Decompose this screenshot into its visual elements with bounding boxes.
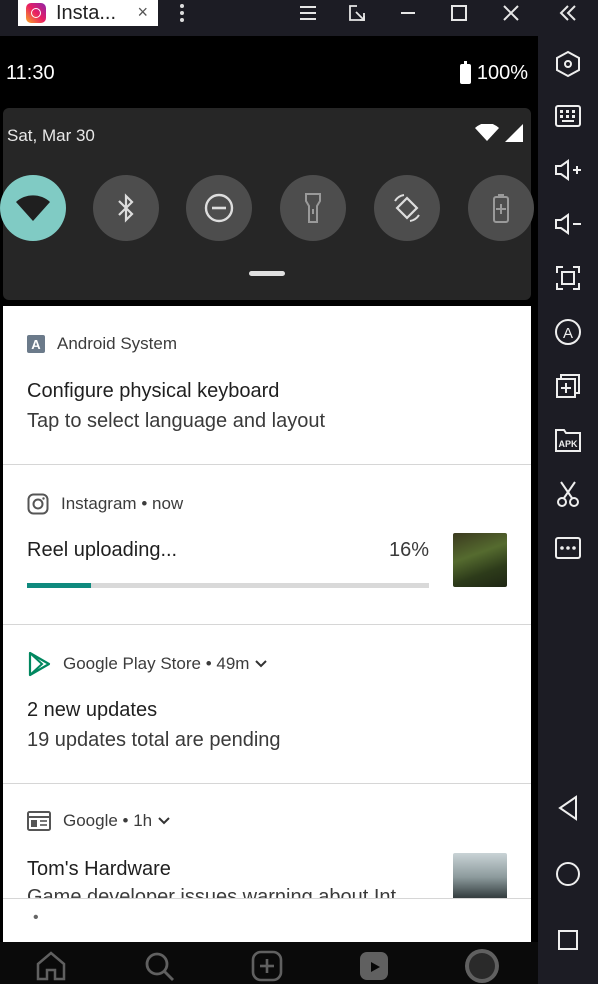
- notification-text: 19 updates total are pending: [27, 729, 281, 751]
- notification-title: 2 new updates: [27, 699, 158, 721]
- notification-header: Google • 1h: [27, 811, 170, 831]
- battery-charging-icon: [459, 60, 471, 84]
- notification-play-store[interactable]: Google Play Store • 49m 2 new updates 19…: [3, 625, 531, 783]
- notification-instagram[interactable]: Instagram • now Reel uploading... 16%: [3, 465, 531, 624]
- instagram-bottom-nav: [0, 942, 538, 984]
- reel-thumbnail: [453, 533, 507, 587]
- more-options-icon[interactable]: [176, 2, 188, 26]
- battery-saver-toggle[interactable]: [468, 175, 534, 241]
- notification-google[interactable]: Google • 1h Tom's Hardware Game develope…: [3, 784, 531, 898]
- notification-text: Game developer issues warning about Int: [27, 886, 397, 898]
- do-not-disturb-icon: [204, 193, 234, 223]
- flashlight-icon: [305, 193, 321, 223]
- profile-avatar-icon[interactable]: [464, 948, 500, 984]
- tab-title: Insta...: [56, 1, 117, 24]
- svg-text:A: A: [31, 337, 41, 352]
- chevron-down-icon[interactable]: [255, 660, 268, 668]
- minimize-icon[interactable]: [392, 0, 424, 26]
- create-post-icon[interactable]: [249, 948, 285, 984]
- do-not-disturb-toggle[interactable]: [186, 175, 252, 241]
- apk-install-icon[interactable]: APK: [552, 424, 584, 456]
- notification-app-name: Instagram: [61, 494, 137, 513]
- volume-up-icon[interactable]: [552, 154, 584, 186]
- status-battery: 100%: [459, 60, 528, 85]
- notification-header: Instagram • now: [27, 493, 183, 515]
- phone-screen: 11:30 100% Sat, Mar 30 A Android System …: [0, 36, 538, 984]
- svg-text:A: A: [563, 325, 573, 342]
- page-dot: •: [33, 909, 39, 926]
- upload-progress-fill: [27, 583, 92, 588]
- back-icon[interactable]: [552, 792, 584, 824]
- shade-drag-handle[interactable]: [249, 271, 285, 276]
- notification-title: Reel uploading...: [27, 539, 178, 561]
- notification-time: • 49m: [200, 654, 250, 673]
- menu-icon[interactable]: [292, 0, 324, 26]
- wifi-signal-icon: [475, 124, 499, 141]
- battery-percent: 100%: [476, 62, 528, 84]
- notification-footer: •: [3, 899, 531, 947]
- more-icon[interactable]: [552, 532, 584, 564]
- close-window-icon[interactable]: [495, 0, 527, 26]
- notification-text: Tap to select language and layout: [27, 410, 325, 432]
- news-icon: [27, 811, 51, 831]
- settings-hex-icon[interactable]: [552, 48, 584, 80]
- app-tab[interactable]: Insta... ×: [18, 0, 158, 26]
- shade-date: Sat, Mar 30: [7, 126, 95, 145]
- notification-title: Tom's Hardware: [27, 858, 171, 880]
- auto-rotate-icon: [394, 194, 420, 222]
- keyboard-icon[interactable]: [552, 100, 584, 132]
- article-thumbnail: [453, 853, 507, 898]
- wifi-icon: [16, 195, 50, 221]
- multi-instance-icon[interactable]: [552, 370, 584, 402]
- svg-text:APK: APK: [558, 439, 578, 449]
- notification-time: • now: [136, 494, 184, 513]
- collapse-sidebar-icon[interactable]: [552, 0, 584, 26]
- upload-progress-bar: [27, 583, 429, 588]
- reels-icon[interactable]: [356, 948, 392, 984]
- play-store-icon: [28, 651, 51, 677]
- home-button-icon[interactable]: [552, 858, 584, 890]
- volume-down-icon[interactable]: [552, 208, 584, 240]
- auto-click-icon[interactable]: A: [552, 316, 584, 348]
- cell-signal-icon: [505, 124, 523, 142]
- tab-close-button[interactable]: ×: [137, 2, 148, 23]
- notification-app-name: Google Play Store: [63, 654, 201, 673]
- notification-title: Configure physical keyboard: [27, 380, 280, 402]
- notification-time: • 1h: [117, 811, 153, 830]
- auto-rotate-toggle[interactable]: [374, 175, 440, 241]
- notification-app-name: Google: [63, 811, 118, 830]
- search-icon[interactable]: [141, 948, 177, 984]
- instagram-outline-icon: [27, 493, 49, 515]
- notification-header: Google Play Store • 49m: [27, 651, 268, 677]
- signal-indicators: [475, 124, 523, 142]
- wifi-toggle[interactable]: [0, 175, 66, 241]
- home-icon[interactable]: [33, 948, 69, 984]
- bluetooth-toggle[interactable]: [93, 175, 159, 241]
- flashlight-toggle[interactable]: [280, 175, 346, 241]
- battery-saver-icon: [493, 194, 509, 223]
- chevron-down-icon[interactable]: [158, 817, 170, 825]
- instagram-icon: [26, 3, 46, 23]
- maximize-icon[interactable]: [443, 0, 475, 26]
- emulator-titlebar: Insta... ×: [0, 0, 598, 36]
- notification-android-system[interactable]: A Android System Configure physical keyb…: [3, 306, 531, 464]
- recents-icon[interactable]: [552, 924, 584, 956]
- status-time: 11:30: [6, 62, 55, 84]
- bluetooth-icon: [118, 193, 134, 223]
- emulator-sidebar: A APK: [538, 36, 598, 984]
- screenshot-cut-icon[interactable]: [552, 478, 584, 510]
- resize-icon[interactable]: [341, 0, 373, 26]
- notification-header: A Android System: [27, 334, 177, 354]
- upload-percent: 16%: [389, 539, 430, 561]
- fullscreen-icon[interactable]: [552, 262, 584, 294]
- android-system-icon: A: [27, 335, 45, 353]
- notification-app-name: Android System: [57, 334, 177, 353]
- quick-settings-panel: Sat, Mar 30: [0, 108, 534, 300]
